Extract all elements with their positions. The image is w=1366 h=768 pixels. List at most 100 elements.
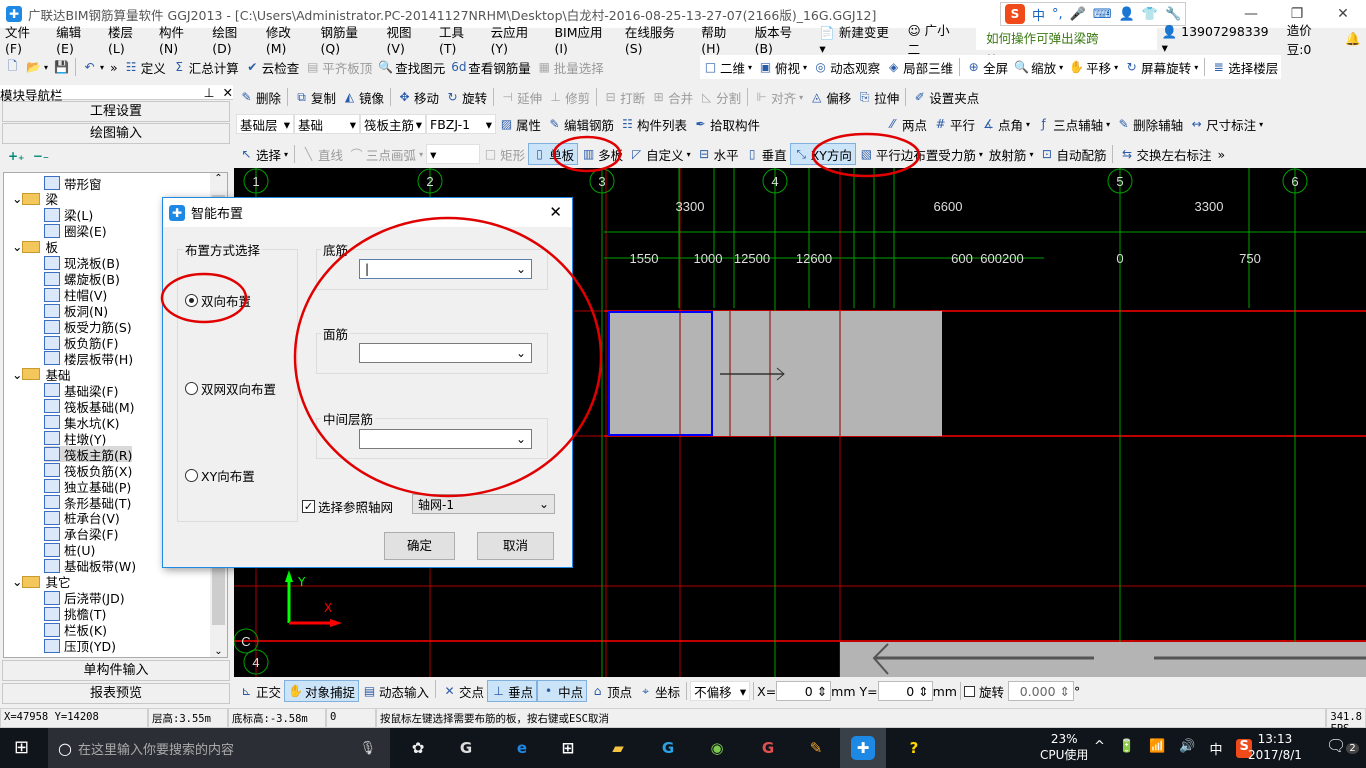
toolbar-button-拉伸[interactable]: ⎘ 拉伸 <box>854 86 902 108</box>
toolbar-button-属性[interactable]: ▨ 属性 <box>496 113 544 135</box>
collapse-all-icon[interactable]: −₋ <box>33 149 49 163</box>
toolbar-button-item[interactable]: 📂 ▾ <box>23 56 51 78</box>
toolbar-button-全屏[interactable]: ⊕ 全屏 <box>963 56 1011 78</box>
chevron-down-icon[interactable]: ⌄ <box>12 367 22 382</box>
toolbar-button-尺寸标注[interactable]: ↔ 尺寸标注 ▾ <box>1186 113 1266 135</box>
tree-folder[interactable]: ⌄ 板 <box>12 239 58 255</box>
menu-item[interactable]: 版本号(B) <box>750 22 815 56</box>
menu-item[interactable]: 云应用(Y) <box>486 22 550 56</box>
toolbar-button-三点画弧[interactable]: ⌒ 三点画弧 ▾ <box>346 143 426 165</box>
toolbar-button-修剪[interactable]: ⊥ 修剪 <box>545 86 593 108</box>
toolbar-button-多板[interactable]: ▥ 多板 <box>578 143 626 165</box>
menu-item[interactable]: 构件(N) <box>154 22 207 56</box>
menu-item[interactable]: 楼层(L) <box>103 22 154 56</box>
category-select[interactable]: 基础 ▾ <box>294 114 360 134</box>
toolbar-button-XY方向[interactable]: ⤡ XY方向 <box>789 143 856 165</box>
edge-icon[interactable]: e <box>510 736 534 760</box>
project-settings-button[interactable]: 工程设置 <box>2 101 230 122</box>
glodon-app-icon[interactable]: G <box>656 736 680 760</box>
toolbar-button-水平[interactable]: ⊟ 水平 <box>694 143 742 165</box>
assistant-button[interactable]: ☺ 广小二 <box>903 20 966 58</box>
toolbar-button-汇总计算[interactable]: Σ 汇总计算 <box>169 56 242 78</box>
notification-icon[interactable]: 🗨 2 <box>1326 736 1359 755</box>
toolbar-button-选择[interactable]: ↖ 选择 ▾ <box>236 143 291 165</box>
toolbar-button--[interactable]: » <box>1214 143 1228 165</box>
cancel-button[interactable]: 取消 <box>477 532 554 560</box>
keyboard-icon[interactable]: ⌨ <box>1093 7 1112 22</box>
toolbar-button-删除[interactable]: ✎ 删除 <box>236 86 284 108</box>
mid-bar-combo[interactable]: ⌄ <box>359 429 532 449</box>
toolbar-button-直线[interactable]: ╲ 直线 <box>298 143 346 165</box>
menu-item[interactable]: 绘图(D) <box>207 22 261 56</box>
toolbar-button-移动[interactable]: ✥ 移动 <box>394 86 442 108</box>
rotate-input[interactable]: 0.000 ⇕ <box>1007 681 1074 701</box>
menu-item[interactable]: 编辑(E) <box>51 22 103 56</box>
start-button[interactable]: ⊞ <box>14 737 29 758</box>
toolbar-button-动态输入[interactable]: ▤ 动态输入 <box>359 680 432 702</box>
tree-folder[interactable]: ⌄ 基础 <box>12 366 71 383</box>
toolbar-button-自定义[interactable]: ◸ 自定义 ▾ <box>626 143 694 165</box>
toolbar-button-批量选择[interactable]: ▦ 批量选择 <box>534 56 607 78</box>
menu-item[interactable]: 修改(M) <box>261 22 316 56</box>
menu-item[interactable]: 帮助(H) <box>696 22 749 56</box>
menu-item[interactable]: BIM应用(I) <box>549 22 619 56</box>
chevron-down-icon[interactable]: ⌄ <box>12 239 22 254</box>
rotate-checkbox[interactable] <box>963 685 975 697</box>
toolbar-button-屏幕旋转[interactable]: ↻ 屏幕旋转 ▾ <box>1121 56 1201 78</box>
toolbar-button-矩形[interactable]: □ 矩形 <box>480 143 528 165</box>
toolbar-button-复制[interactable]: ⧉ 复制 <box>291 86 339 108</box>
toolbar-button-顶点[interactable]: ⌂ 顶点 <box>587 680 635 702</box>
file-explorer-icon[interactable]: ▰ <box>606 736 630 760</box>
taskbar-search[interactable]: ○ 在这里输入你要搜索的内容 🎙 <box>48 728 390 768</box>
toolbar-button-三点辅轴[interactable]: ƒ 三点辅轴 ▾ <box>1033 113 1113 135</box>
single-component-input-button[interactable]: 单构件输入 <box>2 660 230 681</box>
help-app-icon[interactable]: ? <box>902 736 926 760</box>
nav-close-icon[interactable]: ✕ <box>223 85 233 100</box>
toolbar-button-编辑钢筋[interactable]: ✎ 编辑钢筋 <box>544 113 617 135</box>
ok-button[interactable]: 确定 <box>384 532 455 560</box>
toolbar-button-偏移[interactable]: ◬ 偏移 <box>806 86 854 108</box>
expand-all-icon[interactable]: +₊ <box>8 149 24 163</box>
x-offset-input[interactable]: 0 ⇕ <box>776 681 832 701</box>
ref-grid-checkbox[interactable]: ✓ 选择参照轴网 <box>302 497 393 516</box>
tree-folder[interactable]: ⌄ 其它 <box>12 574 71 590</box>
new-change-button[interactable]: 📄 新建变更 ▾ <box>814 22 902 56</box>
toolbar-button-删除辅轴[interactable]: ✎ 删除辅轴 <box>1113 113 1186 135</box>
toolbar-button-拾取构件[interactable]: ✒ 拾取构件 <box>690 113 763 135</box>
mode-radio-bidirectional[interactable]: 双向布置 <box>185 291 251 310</box>
toolbar-button-平行[interactable]: # 平行 <box>930 113 978 135</box>
mode-radio-xy[interactable]: XY向布置 <box>185 466 255 485</box>
bottom-bar-combo[interactable]: | ⌄ <box>359 259 532 279</box>
toolbar-button-垂直[interactable]: ▯ 垂直 <box>742 143 790 165</box>
user-account-button[interactable]: 👤 13907298339 ▾ <box>1157 24 1282 55</box>
ime-item[interactable]: °, <box>1052 7 1063 22</box>
toolbar-button-延伸[interactable]: ⊣ 延伸 <box>497 86 545 108</box>
tip-link[interactable]: 如何操作可弹出梁跨校.. <box>976 28 1157 68</box>
toolbar-button-局部三维[interactable]: ◈ 局部三维 <box>883 56 956 78</box>
toolbar-button-平齐板顶[interactable]: ▤ 平齐板顶 <box>302 56 375 78</box>
toolbar-button-合并[interactable]: ⊞ 合并 <box>648 86 696 108</box>
menu-item[interactable]: 文件(F) <box>0 22 51 56</box>
component-select[interactable]: FBZJ-1 ▾ <box>426 114 496 134</box>
ggj-app-icon[interactable]: ✚ <box>851 736 875 760</box>
toolbar-button-交换左右标注[interactable]: ⇆ 交换左右标注 <box>1116 143 1214 165</box>
toolbar-button-旋转[interactable]: ↻ 旋转 <box>442 86 490 108</box>
drawing-input-button[interactable]: 绘图输入 <box>2 123 230 144</box>
toolbar-button-缩放[interactable]: 🔍 缩放 ▾ <box>1011 56 1066 78</box>
toolbar-button-镜像[interactable]: ◭ 镜像 <box>339 86 387 108</box>
toolbar-button-构件列表[interactable]: ☷ 构件列表 <box>617 113 690 135</box>
taskbar-app-icon[interactable]: ✎ <box>804 736 828 760</box>
menu-item[interactable]: 钢筋量(Q) <box>316 22 382 56</box>
ime-toolbar[interactable]: S 中 °, 🎤 ⌨ 👤 👕 🔧 <box>1000 2 1186 26</box>
bell-icon[interactable]: 🔔 <box>1340 31 1366 47</box>
mode-radio-double-mesh[interactable]: 双网双向布置 <box>185 379 276 398</box>
tree-folder[interactable]: ⌄ 梁 <box>12 191 58 207</box>
toolbar-button-对齐[interactable]: ⊩ 对齐 ▾ <box>751 86 806 108</box>
chevron-down-icon[interactable]: ⌄ <box>12 574 22 589</box>
pin-icon[interactable]: ⊥ <box>204 85 215 100</box>
taskbar-app-icon[interactable]: G <box>756 736 780 760</box>
toolbar-button-云检查[interactable]: ✔ 云检查 <box>242 56 303 78</box>
floor-select[interactable]: 基础层 ▾ <box>236 114 294 134</box>
toolbar-button-坐标[interactable]: ⌖ 坐标 <box>635 680 683 702</box>
toolbar-button-查找图元[interactable]: 🔍 查找图元 <box>375 56 448 78</box>
